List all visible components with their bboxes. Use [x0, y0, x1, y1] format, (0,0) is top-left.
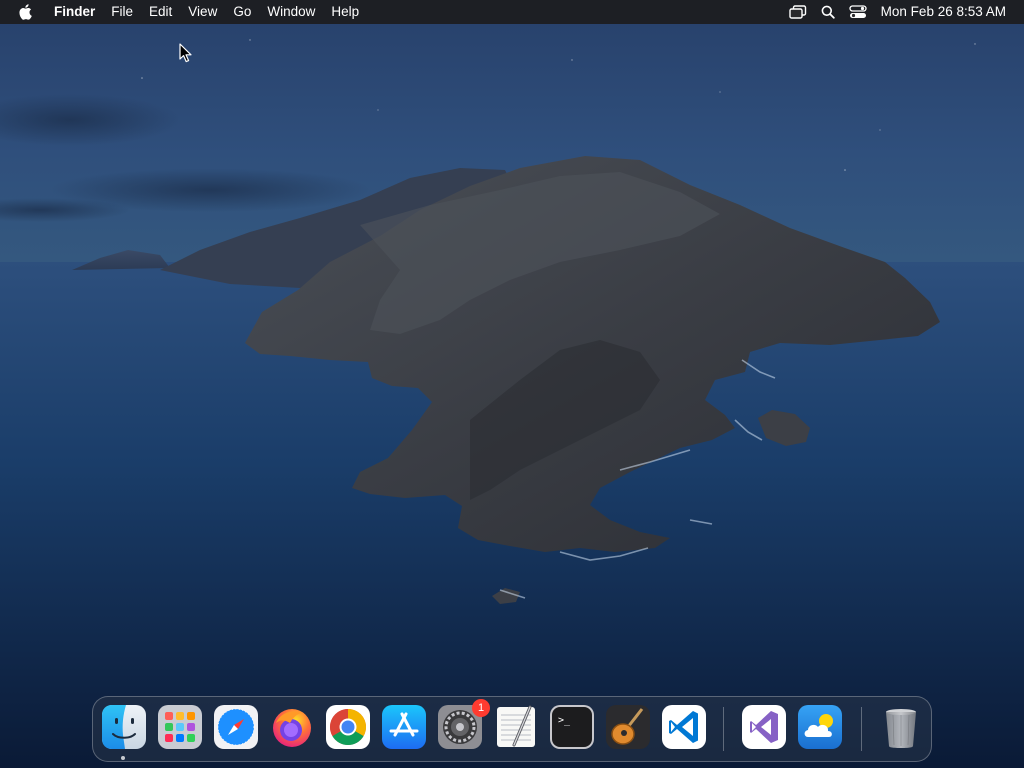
dock-item-visual-studio[interactable]: [742, 705, 786, 749]
visual-studio-icon: [742, 705, 786, 749]
desktop-wallpaper[interactable]: [0, 0, 1024, 768]
dock-item-launchpad[interactable]: [158, 705, 202, 749]
menu-window[interactable]: Window: [259, 0, 323, 24]
textedit-icon: [497, 705, 535, 747]
trash-icon: [886, 709, 916, 748]
dock-item-system-preferences[interactable]: 1: [438, 699, 490, 749]
terminal-icon: >_: [550, 705, 594, 749]
garageband-icon: [606, 705, 650, 749]
dock-item-trash[interactable]: [879, 705, 923, 749]
wallpaper-island-illustration: [0, 39, 1024, 768]
menu-help[interactable]: Help: [323, 0, 367, 24]
screen-mirroring-button[interactable]: [783, 0, 813, 24]
dock-item-terminal[interactable]: >_: [550, 705, 594, 749]
dock-item-firefox[interactable]: [270, 705, 314, 749]
spotlight-search-button[interactable]: [813, 0, 843, 24]
menubar-clock[interactable]: Mon Feb 26 8:53 AM: [873, 0, 1018, 24]
launchpad-icon: [158, 705, 202, 749]
dock-item-chrome[interactable]: [326, 705, 370, 749]
menu-view[interactable]: View: [180, 0, 225, 24]
menu-edit[interactable]: Edit: [141, 0, 180, 24]
apple-menu-button[interactable]: [14, 0, 38, 24]
dock-item-app-store[interactable]: [382, 705, 426, 749]
menu-bar: Finder File Edit View Go Window Help Mon…: [0, 0, 1024, 24]
firefox-icon: [273, 709, 311, 747]
weather-icon: [798, 705, 842, 749]
dock-separator: [723, 707, 724, 751]
spotlight-search-icon: [821, 5, 835, 19]
chrome-icon: [326, 705, 370, 749]
app-menu-finder[interactable]: Finder: [50, 0, 103, 24]
dock: 1 >_: [92, 696, 932, 762]
finder-icon: [102, 705, 146, 749]
mouse-cursor-icon: [179, 43, 192, 63]
screen-mirroring-icon: [788, 5, 806, 19]
finder-running-indicator: [121, 756, 125, 760]
apple-logo-icon: [19, 4, 32, 20]
dock-item-weather[interactable]: [798, 705, 842, 749]
app-store-icon: [382, 705, 426, 749]
menu-file[interactable]: File: [103, 0, 141, 24]
system-preferences-badge: 1: [472, 699, 490, 717]
menu-go[interactable]: Go: [225, 0, 259, 24]
svg-text:>_: >_: [558, 715, 571, 726]
dock-item-textedit[interactable]: [494, 705, 538, 749]
dock-item-garageband[interactable]: [606, 705, 650, 749]
dock-item-finder[interactable]: [102, 705, 146, 749]
dock-item-safari[interactable]: [214, 705, 258, 749]
dock-item-vscode[interactable]: [662, 705, 706, 749]
dock-separator-trash: [861, 707, 862, 751]
safari-icon: [214, 705, 258, 749]
vscode-icon: [662, 705, 706, 749]
control-center-icon: [849, 5, 867, 18]
control-center-button[interactable]: [843, 0, 873, 24]
